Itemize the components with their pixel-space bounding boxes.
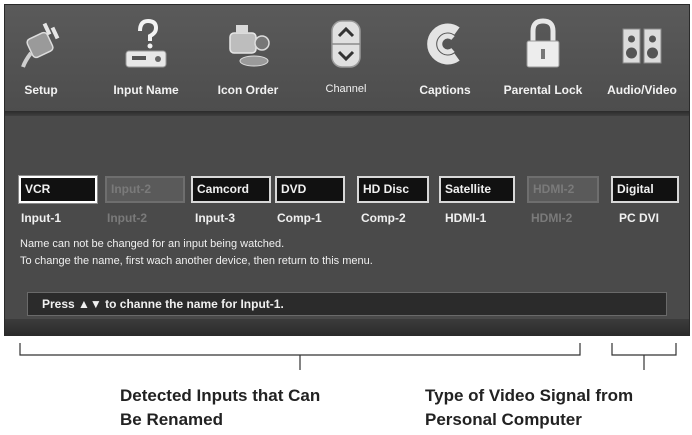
menu-item-audio-video[interactable]: Audio/Video [599, 5, 685, 109]
callout-pc-signal-line-2: Personal Computer [425, 410, 582, 429]
menu-item-channel[interactable]: Channel [309, 5, 383, 109]
note-line-1: Name can not be changed for an input bei… [20, 238, 285, 250]
input-label-input-3: Input-3 [195, 211, 235, 225]
input-name-box-hdmi-2[interactable]: HDMI-2 [527, 176, 599, 203]
callout-brackets [19, 343, 677, 370]
menu-divider [5, 111, 689, 116]
updown-icon [324, 17, 368, 71]
note-line-2: To change the name, first wach another d… [20, 255, 373, 267]
input-name-box-input-2[interactable]: Input-2 [105, 176, 185, 203]
callout-pc-signal-line-1: Type of Video Signal from [425, 386, 634, 405]
menu-item-input-name[interactable]: Input Name [105, 5, 187, 109]
device-question-icon [124, 17, 168, 71]
menu-item-captions[interactable]: Captions [405, 5, 485, 109]
callout-detected-inputs: Detected Inputs that Can Be Renamed [120, 384, 320, 432]
menu-label-audio-video: Audio/Video [607, 83, 677, 97]
input-name-box-pc-dvi[interactable]: Digital [611, 176, 679, 203]
input-name-box-input-3[interactable]: Camcord [191, 176, 271, 203]
menu-label-setup: Setup [24, 83, 58, 97]
lock-icon [521, 17, 565, 71]
input-name-box-comp-1[interactable]: DVD [275, 176, 345, 203]
speakers-icon [620, 17, 664, 71]
menu-item-icon-order[interactable]: Icon Order [207, 5, 289, 109]
panel-bottom-edge [5, 319, 689, 335]
camcorder-icon [226, 17, 270, 71]
bracket-pc-signal [611, 343, 677, 370]
menu-label-parental-lock: Parental Lock [503, 83, 583, 97]
tv-menu-panel: Setup Input Name Icon Order Channel Capt… [4, 4, 690, 336]
input-label-comp-2: Comp-2 [361, 211, 406, 225]
input-label-input-2: Input-2 [107, 211, 147, 225]
input-label-pc-dvi: PC DVI [619, 211, 660, 225]
bracket-detected-inputs [19, 343, 581, 370]
status-bar: Press ▲▼ to channe the name for Input-1. [27, 292, 667, 316]
input-name-box-hdmi-1[interactable]: Satellite [439, 176, 515, 203]
input-name-box-comp-2[interactable]: HD Disc [357, 176, 429, 203]
input-label-input-1: Input-1 [21, 211, 61, 225]
menu-label-channel: Channel [325, 83, 367, 95]
plug-icon [19, 17, 63, 71]
callout-pc-signal: Type of Video Signal from Personal Compu… [425, 384, 633, 432]
input-label-hdmi-1: HDMI-1 [445, 211, 487, 225]
input-label-comp-1: Comp-1 [277, 211, 322, 225]
callout-detected-inputs-line-2: Be Renamed [120, 410, 223, 429]
menu-item-setup[interactable]: Setup [5, 5, 77, 109]
input-label-hdmi-2: HDMI-2 [531, 211, 573, 225]
menu-label-input-name: Input Name [113, 83, 179, 97]
menu-item-parental-lock[interactable]: Parental Lock [489, 5, 597, 109]
captions-icon [423, 17, 467, 71]
callout-detected-inputs-line-1: Detected Inputs that Can [120, 386, 321, 405]
menu-label-captions: Captions [419, 83, 471, 97]
input-name-box-input-1[interactable]: VCR [19, 176, 97, 203]
menu-icon-bar: Setup Input Name Icon Order Channel Capt… [5, 5, 689, 111]
menu-label-icon-order: Icon Order [217, 83, 279, 97]
